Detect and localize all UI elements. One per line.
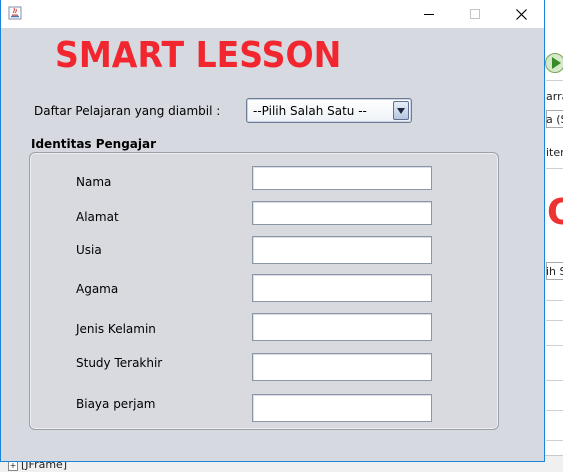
age-label: Usia	[76, 243, 102, 257]
close-icon	[515, 8, 527, 20]
expand-icon[interactable]: +	[8, 461, 18, 471]
maximize-button[interactable]	[452, 0, 498, 28]
minimize-button[interactable]	[406, 0, 452, 28]
background-divider	[546, 345, 563, 346]
chevron-down-icon[interactable]	[393, 101, 409, 120]
teacher-section-title: Identitas Pengajar	[31, 137, 157, 151]
age-field[interactable]	[252, 236, 432, 264]
close-button[interactable]	[498, 0, 544, 28]
gender-label: Jenis Kelamin	[76, 322, 156, 336]
background-text-fragment: arra	[546, 90, 563, 103]
last-education-label: Study Terakhir	[76, 356, 163, 370]
maximize-icon	[470, 9, 480, 19]
run-icon[interactable]	[545, 53, 563, 73]
course-label: Daftar Pelajaran yang diambil :	[34, 104, 221, 118]
hourly-rate-field[interactable]	[252, 394, 432, 422]
window-content: SMART LESSON Daftar Pelajaran yang diamb…	[1, 28, 544, 461]
background-divider	[546, 410, 563, 411]
gender-field[interactable]	[252, 313, 432, 341]
hourly-rate-label: Biaya perjam	[76, 397, 156, 411]
name-field[interactable]	[252, 166, 432, 190]
app-title: SMART LESSON	[55, 35, 342, 76]
name-label: Nama	[76, 175, 112, 189]
background-divider	[546, 320, 563, 321]
religion-field[interactable]	[252, 274, 432, 302]
religion-label: Agama	[76, 282, 119, 296]
address-label: Alamat	[76, 210, 119, 224]
background-divider	[546, 80, 563, 81]
course-dropdown[interactable]: --Pilih Salah Satu --	[246, 98, 412, 123]
minimize-icon	[424, 14, 434, 15]
java-icon	[8, 6, 22, 20]
background-text-fragment: ih S	[546, 265, 563, 278]
background-divider	[546, 300, 563, 301]
background-divider	[546, 168, 563, 169]
smart-lesson-window: SMART LESSON Daftar Pelajaran yang diamb…	[0, 0, 545, 462]
course-dropdown-value: --Pilih Salah Satu --	[253, 104, 367, 118]
background-logo-fragment: O	[547, 192, 563, 233]
last-education-field[interactable]	[252, 353, 432, 381]
background-text-fragment: item	[546, 146, 563, 159]
title-bar[interactable]	[1, 0, 544, 28]
background-divider	[546, 380, 563, 381]
background-text-fragment: a (S	[546, 113, 563, 126]
address-field[interactable]	[252, 201, 432, 225]
background-divider	[546, 440, 563, 441]
